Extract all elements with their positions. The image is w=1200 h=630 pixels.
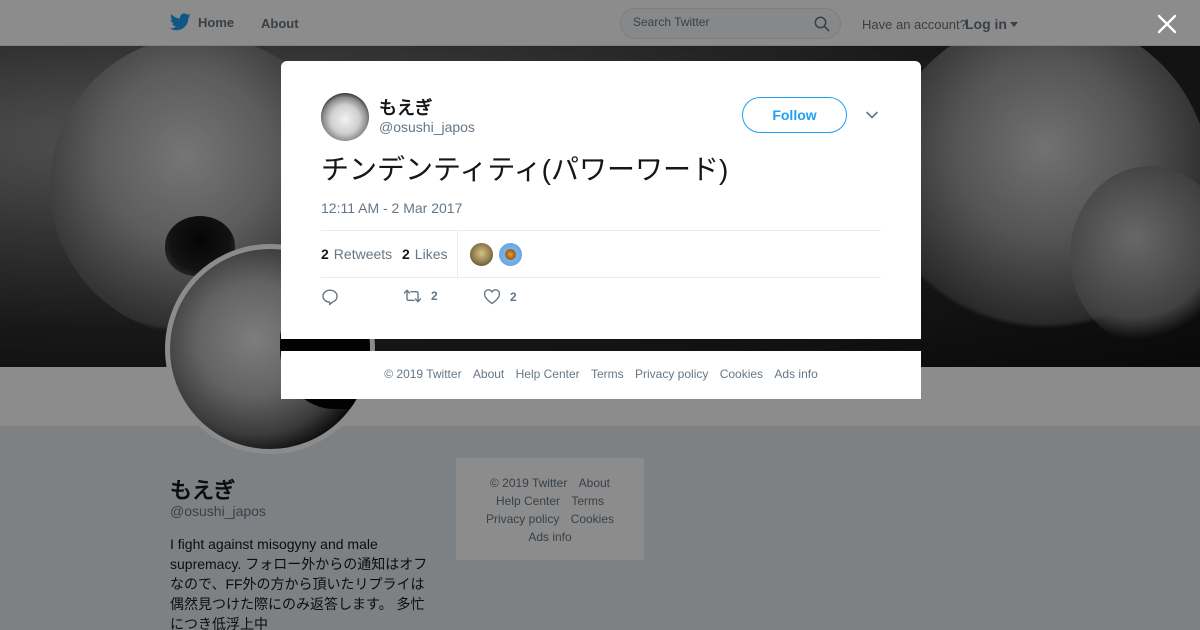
follow-button[interactable]: Follow bbox=[742, 97, 847, 133]
like-action[interactable]: 2 bbox=[483, 288, 517, 305]
retweet-icon bbox=[403, 289, 422, 303]
tweet-author-avatar[interactable] bbox=[321, 93, 369, 141]
reply-action[interactable] bbox=[321, 288, 339, 306]
likes-count: 2 bbox=[402, 246, 410, 262]
tweet-text: チンデンティティ(パワーワード) bbox=[321, 154, 729, 185]
tweet-author-handle[interactable]: @osushi_japos bbox=[379, 119, 475, 135]
modal-footer-ads-link[interactable]: Ads info bbox=[774, 367, 817, 381]
modal-footer: © 2019 Twitter About Help Center Terms P… bbox=[281, 351, 921, 399]
modal-footer-terms-link[interactable]: Terms bbox=[591, 367, 624, 381]
tweet-actions: 2 2 bbox=[321, 288, 881, 312]
reply-icon bbox=[322, 289, 338, 306]
retweets-count: 2 bbox=[321, 246, 329, 262]
chevron-down-icon[interactable] bbox=[865, 108, 879, 122]
tweet-modal: もえぎ @osushi_japos Follow チンデンティティ(パワーワード… bbox=[281, 61, 921, 339]
tweet-author-name[interactable]: もえぎ bbox=[379, 94, 432, 120]
tweet-stats: 2 Retweets 2 Likes bbox=[321, 230, 881, 278]
likes-label: Likes bbox=[414, 246, 448, 262]
modal-footer-cookies-link[interactable]: Cookies bbox=[720, 367, 763, 381]
close-icon[interactable] bbox=[1156, 13, 1178, 35]
modal-footer-privacy-link[interactable]: Privacy policy bbox=[635, 367, 708, 381]
retweet-action[interactable]: 2 bbox=[403, 288, 438, 304]
modal-footer-copyright: © 2019 Twitter bbox=[384, 367, 462, 381]
modal-footer-help-link[interactable]: Help Center bbox=[516, 367, 580, 381]
modal-footer-about-link[interactable]: About bbox=[473, 367, 504, 381]
stats-divider bbox=[457, 231, 458, 277]
tweet-timestamp[interactable]: 12:11 AM - 2 Mar 2017 bbox=[321, 200, 462, 216]
likes-stat[interactable]: 2 Likes bbox=[402, 246, 447, 262]
heart-icon bbox=[483, 289, 501, 305]
retweets-label: Retweets bbox=[333, 246, 393, 262]
liker-avatar[interactable] bbox=[498, 242, 523, 267]
retweets-stat[interactable]: 2 Retweets bbox=[321, 246, 392, 262]
like-count: 2 bbox=[510, 289, 517, 304]
liker-avatar[interactable] bbox=[469, 242, 494, 267]
retweet-count: 2 bbox=[431, 289, 438, 303]
